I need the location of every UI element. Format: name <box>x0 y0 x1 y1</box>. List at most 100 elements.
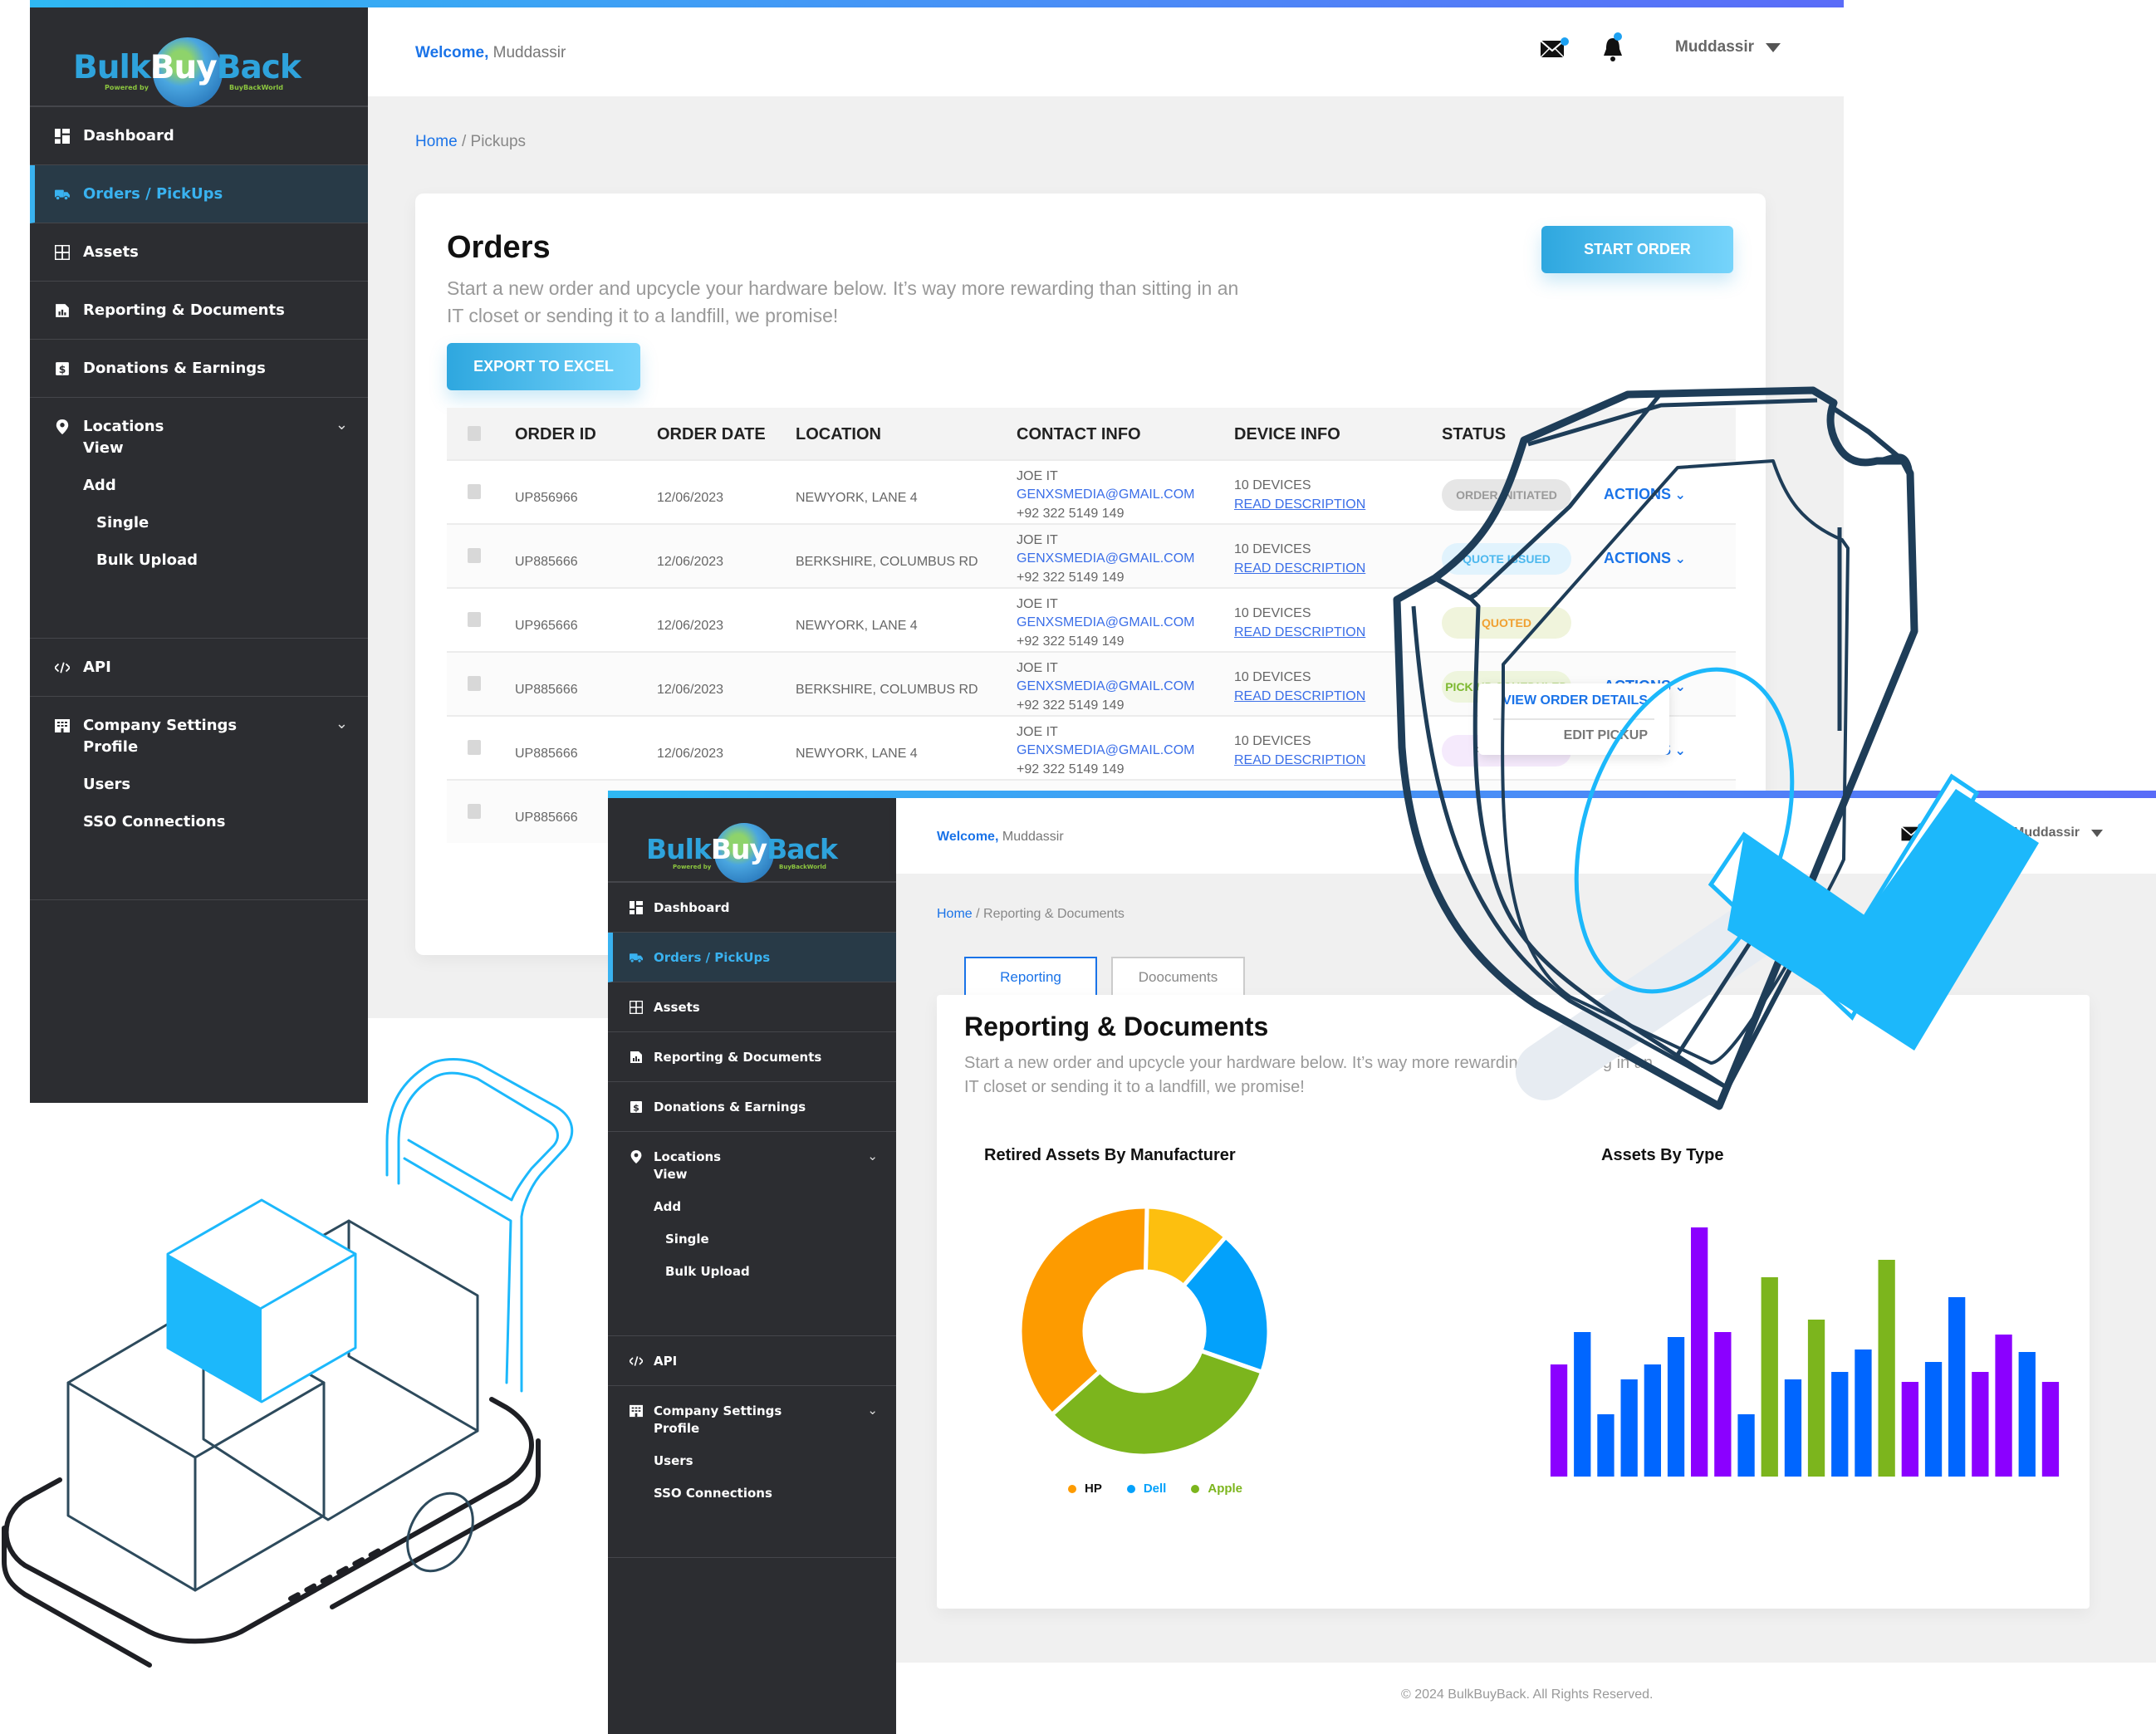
bar-19[interactable] <box>1972 1372 1989 1477</box>
tab-reporting[interactable]: Reporting <box>964 957 1097 997</box>
legend-item-hp[interactable]: HP <box>1068 1482 1102 1496</box>
bar-8[interactable] <box>1714 1332 1732 1477</box>
sidebar-subitem-profile[interactable]: Profile <box>654 1421 699 1436</box>
bar-14[interactable] <box>1855 1349 1872 1477</box>
contact-email[interactable]: GENXSMEDIA@GMAIL.COM <box>1017 743 1195 758</box>
contact-email[interactable]: GENXSMEDIA@GMAIL.COM <box>1017 487 1195 502</box>
row-checkbox[interactable] <box>468 548 481 563</box>
sidebar-item-label: Company Settings <box>654 1403 782 1418</box>
contact-email[interactable]: GENXSMEDIA@GMAIL.COM <box>1017 679 1195 694</box>
read-description-link[interactable]: READ DESCRIPTION <box>1234 689 1365 704</box>
bar-3[interactable] <box>1597 1414 1615 1477</box>
bar-10[interactable] <box>1761 1277 1778 1477</box>
column-header-contact-info[interactable]: CONTACT INFO <box>1017 425 1141 444</box>
sidebar-item-company-settings[interactable]: Company Settings ⌄ Profile Users SSO Connect… <box>608 1386 896 1558</box>
row-checkbox[interactable] <box>468 612 481 627</box>
sidebar-subitem-bulk-upload[interactable]: Bulk Upload <box>96 551 198 569</box>
row-checkbox[interactable] <box>468 676 481 691</box>
sidebar-item-api[interactable]: API <box>30 639 368 697</box>
sidebar-item-assets[interactable]: Assets <box>30 223 368 282</box>
sidebar-item-locations[interactable]: Locations ⌄ View Add Single Bulk Upload <box>608 1132 896 1336</box>
row-checkbox[interactable] <box>468 740 481 755</box>
breadcrumb-home[interactable]: Home <box>937 907 973 921</box>
sidebar-subitem-view[interactable]: View <box>83 439 124 457</box>
sidebar-item-label: API <box>83 659 111 677</box>
mail-icon[interactable] <box>1540 37 1569 63</box>
start-order-button[interactable]: START ORDER <box>1541 226 1733 273</box>
chevron-down-icon[interactable]: ⌄ <box>867 1149 878 1163</box>
legend-item-dell[interactable]: Dell <box>1126 1482 1167 1496</box>
read-description-link[interactable]: READ DESCRIPTION <box>1234 753 1365 768</box>
export-to-excel-button[interactable]: EXPORT TO EXCEL <box>447 343 640 390</box>
user-menu[interactable]: Muddassir <box>1675 38 1781 56</box>
contact-email[interactable]: GENXSMEDIA@GMAIL.COM <box>1017 615 1195 630</box>
sidebar-subitem-users[interactable]: Users <box>83 776 130 793</box>
chevron-down-icon[interactable]: ⌄ <box>336 715 348 732</box>
bar-4[interactable] <box>1620 1379 1638 1477</box>
chevron-down-icon[interactable]: ⌄ <box>336 416 348 434</box>
bar-9[interactable] <box>1737 1414 1755 1477</box>
read-description-link[interactable]: READ DESCRIPTION <box>1234 561 1365 576</box>
read-description-link[interactable]: READ DESCRIPTION <box>1234 625 1365 640</box>
bar-7[interactable] <box>1691 1227 1708 1477</box>
select-all-checkbox[interactable] <box>468 426 481 441</box>
column-header-device-info[interactable]: DEVICE INFO <box>1234 425 1340 444</box>
sidebar-item-api[interactable]: API <box>608 1336 896 1386</box>
column-header-order-date[interactable]: ORDER DATE <box>657 425 766 444</box>
row-checkbox[interactable] <box>468 484 481 499</box>
sidebar-subitem-single[interactable]: Single <box>96 514 149 531</box>
sidebar-item-dashboard[interactable]: Dashboard <box>30 107 368 165</box>
sidebar-subitem-view[interactable]: View <box>654 1167 688 1182</box>
sidebar-item-donations-earnings[interactable]: $ Donations & Earnings <box>30 340 368 398</box>
bar-15[interactable] <box>1878 1260 1895 1477</box>
sidebar-item-orders-pickups[interactable]: Orders / PickUps <box>30 165 368 223</box>
cart-illustration <box>2 1058 574 1668</box>
sidebar-item-reporting-documents[interactable]: Reporting & Documents <box>30 282 368 340</box>
bar-1[interactable] <box>1550 1364 1568 1477</box>
description-line-1: Start a new order and upcycle your hardw… <box>447 277 1239 299</box>
sidebar-subitem-sso-connections[interactable]: SSO Connections <box>83 813 225 830</box>
bar-5[interactable] <box>1644 1364 1661 1477</box>
sidebar-item-donations-earnings[interactable]: $ Donations & Earnings <box>608 1082 896 1132</box>
sidebar-item-company-settings[interactable]: Company Settings ⌄ Profile Users SSO Connect… <box>30 697 368 900</box>
sidebar-item-assets[interactable]: Assets <box>608 982 896 1032</box>
legend-dot <box>1191 1484 1200 1493</box>
read-description-link[interactable]: READ DESCRIPTION <box>1234 497 1365 512</box>
bar-18[interactable] <box>1948 1297 1966 1477</box>
legend-label: Dell <box>1143 1482 1167 1496</box>
bar-16[interactable] <box>1901 1382 1918 1477</box>
bar-13[interactable] <box>1831 1372 1849 1477</box>
tab-documents[interactable]: Doocuments <box>1111 957 1245 997</box>
sidebar-item-locations[interactable]: Locations ⌄ View Add Single Bulk Upload <box>30 398 368 639</box>
bar-22[interactable] <box>2041 1382 2060 1477</box>
sidebar-subitem-sso-connections[interactable]: SSO Connections <box>654 1486 772 1501</box>
sidebar-item-dashboard[interactable]: Dashboard <box>608 883 896 933</box>
page-title-2: Reporting & Documents <box>964 1012 1269 1041</box>
dollar-icon: $ <box>55 361 70 376</box>
sidebar-item-orders-pickups[interactable]: Orders / PickUps <box>608 933 896 982</box>
sidebar-item-label: Dashboard <box>83 127 174 145</box>
bar-20[interactable] <box>1995 1335 2012 1477</box>
bar-17[interactable] <box>1924 1362 1943 1477</box>
sidebar-subitem-users[interactable]: Users <box>654 1453 693 1468</box>
bar-2[interactable] <box>1574 1332 1591 1477</box>
bar-21[interactable] <box>2018 1352 2036 1477</box>
row-checkbox[interactable] <box>468 804 481 819</box>
sidebar-subitem-bulk-upload[interactable]: Bulk Upload <box>665 1264 750 1279</box>
bar-6[interactable] <box>1667 1337 1685 1477</box>
contact-email[interactable]: GENXSMEDIA@GMAIL.COM <box>1017 551 1195 566</box>
donut-slice-hp[interactable] <box>1017 1204 1149 1418</box>
bell-icon[interactable] <box>1602 32 1624 66</box>
column-header-location[interactable]: LOCATION <box>796 425 881 444</box>
sidebar-subitem-add[interactable]: Add <box>83 477 116 494</box>
sidebar-subitem-single[interactable]: Single <box>665 1232 709 1247</box>
bar-11[interactable] <box>1784 1379 1802 1477</box>
breadcrumb-home[interactable]: Home <box>415 133 458 150</box>
legend-item-apple[interactable]: Apple <box>1191 1482 1242 1496</box>
column-header-order-id[interactable]: ORDER ID <box>515 425 596 444</box>
chevron-down-icon[interactable]: ⌄ <box>867 1403 878 1418</box>
sidebar-item-reporting-documents[interactable]: Reporting & Documents <box>608 1032 896 1082</box>
sidebar-subitem-add[interactable]: Add <box>654 1199 681 1214</box>
sidebar-subitem-profile[interactable]: Profile <box>83 738 138 756</box>
bar-12[interactable] <box>1807 1320 1825 1477</box>
